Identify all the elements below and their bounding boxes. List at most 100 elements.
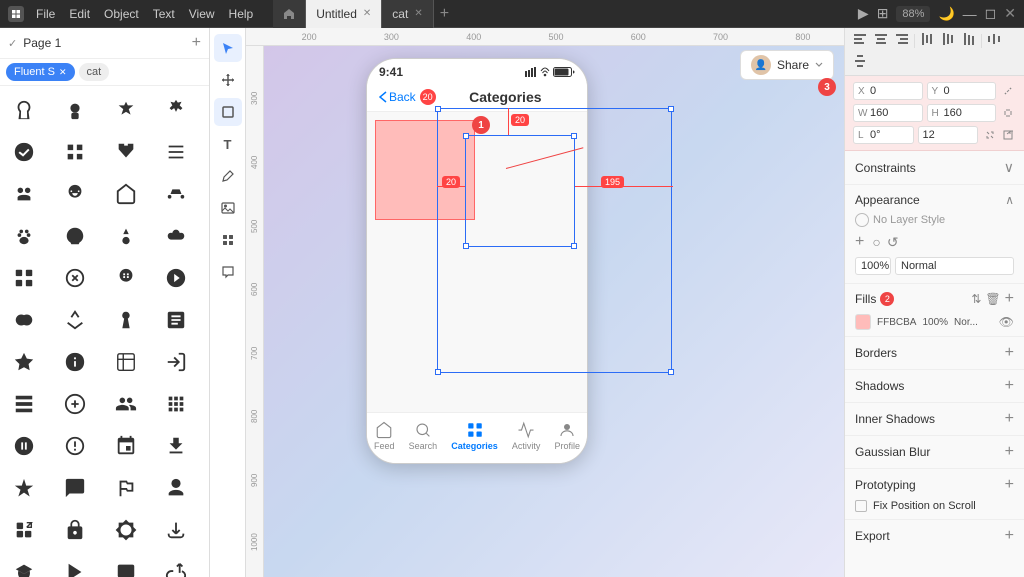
fill-color-swatch[interactable] xyxy=(855,314,871,330)
distribute-v-btn[interactable] xyxy=(851,53,869,72)
opacity-value[interactable]: 100% xyxy=(855,257,891,275)
tab-cat[interactable]: cat xyxy=(79,63,110,81)
icon-r2c1[interactable] xyxy=(4,300,44,340)
icon-dog1[interactable] xyxy=(4,174,44,214)
tool-image[interactable] xyxy=(214,194,242,222)
icon-cat7[interactable] xyxy=(106,132,146,172)
icon-r6c1[interactable] xyxy=(4,468,44,508)
minimize-icon[interactable]: — xyxy=(963,6,977,22)
align-right-btn[interactable] xyxy=(893,31,911,50)
gaussian-blur-add-btn[interactable]: + xyxy=(1005,443,1014,461)
close-icon[interactable]: ✕ xyxy=(1004,5,1016,22)
resize-icon1[interactable] xyxy=(982,127,998,143)
icon-r6c3[interactable] xyxy=(106,468,146,508)
icon-r5c2[interactable] xyxy=(55,426,95,466)
bottom-nav-activity[interactable]: Activity xyxy=(512,421,541,451)
icon-r8c4[interactable] xyxy=(156,552,196,577)
moon-icon[interactable]: 🌙 xyxy=(938,6,954,22)
icon-r6c2[interactable] xyxy=(55,468,95,508)
reload-style-btn[interactable]: ↺ xyxy=(887,234,899,251)
icon-dog2[interactable] xyxy=(55,174,95,214)
constrain-proportions-icon[interactable] xyxy=(1000,105,1016,121)
icon-cat8[interactable] xyxy=(156,132,196,172)
w-field[interactable]: W 160 xyxy=(853,104,923,122)
icon-r1c3[interactable] xyxy=(106,258,146,298)
align-top-btn[interactable] xyxy=(918,31,936,50)
subtract-style-btn[interactable]: ○ xyxy=(872,234,880,250)
icon-r2c3[interactable] xyxy=(106,300,146,340)
x-field[interactable]: X 0 xyxy=(853,82,923,100)
icon-cat4[interactable] xyxy=(156,90,196,130)
share-button[interactable]: 👤 Share xyxy=(740,50,834,80)
tool-component[interactable] xyxy=(214,226,242,254)
tool-comment[interactable] xyxy=(214,258,242,286)
icon-cat5[interactable] xyxy=(4,132,44,172)
menu-text[interactable]: Text xyxy=(153,7,175,21)
tool-text[interactable]: T xyxy=(214,130,242,158)
icon-cat2[interactable] xyxy=(55,90,95,130)
menu-edit[interactable]: Edit xyxy=(69,7,90,21)
icon-pet2[interactable] xyxy=(55,216,95,256)
icon-r8c3[interactable] xyxy=(106,552,146,577)
phone-back-button[interactable]: Back 20 xyxy=(379,89,436,105)
align-middle-btn[interactable] xyxy=(939,31,957,50)
close-tab-untitled[interactable]: ✕ xyxy=(363,8,371,19)
icon-r3c4[interactable] xyxy=(156,342,196,382)
shadows-add-btn[interactable]: + xyxy=(1005,377,1014,395)
icon-r4c3[interactable] xyxy=(106,384,146,424)
icon-pet4[interactable] xyxy=(156,216,196,256)
icon-r4c4[interactable] xyxy=(156,384,196,424)
y-field[interactable]: Y 0 xyxy=(927,82,997,100)
grid-view-icon[interactable]: ⊞ xyxy=(877,5,889,22)
icon-r1c2[interactable] xyxy=(55,258,95,298)
radius-field[interactable]: 12 xyxy=(918,126,979,144)
add-tab-button[interactable]: + xyxy=(434,5,455,23)
add-style-btn[interactable]: + xyxy=(855,233,864,251)
align-center-btn[interactable] xyxy=(872,31,890,50)
tab-fluent-s[interactable]: Fluent S ✕ xyxy=(6,63,75,81)
tool-move[interactable] xyxy=(214,66,242,94)
constraints-toggle[interactable]: ∨ xyxy=(1004,159,1014,176)
tab-untitled[interactable]: Untitled ✕ xyxy=(306,0,382,28)
icon-r7c4[interactable] xyxy=(156,510,196,550)
close-tab-cat[interactable]: ✕ xyxy=(414,8,422,19)
fill-visibility-icon[interactable]: 👁 xyxy=(999,315,1014,329)
export-add-btn[interactable]: + xyxy=(1005,527,1014,545)
bottom-nav-search[interactable]: Search xyxy=(409,421,438,451)
icon-r7c2[interactable] xyxy=(55,510,95,550)
icon-r5c3[interactable] xyxy=(106,426,146,466)
align-left-btn[interactable] xyxy=(851,31,869,50)
icon-pet3[interactable] xyxy=(106,216,146,256)
tab-cat[interactable]: cat ✕ xyxy=(382,0,433,28)
tool-frame[interactable] xyxy=(214,98,242,126)
icon-cat3[interactable] xyxy=(106,90,146,130)
menu-view[interactable]: View xyxy=(189,7,215,21)
icon-r2c4[interactable] xyxy=(156,300,196,340)
menu-help[interactable]: Help xyxy=(229,7,254,21)
blend-mode-select[interactable]: Normal xyxy=(895,257,1014,275)
bottom-nav-categories[interactable]: Categories xyxy=(451,421,498,451)
tool-select[interactable] xyxy=(214,34,242,62)
icon-scooter[interactable] xyxy=(156,174,196,214)
icon-dog3[interactable] xyxy=(106,174,146,214)
maximize-icon[interactable]: ◻ xyxy=(985,5,997,22)
icon-r5c1[interactable] xyxy=(4,426,44,466)
tab-home[interactable] xyxy=(273,0,306,28)
menu-object[interactable]: Object xyxy=(104,7,139,21)
fills-add-icon[interactable]: + xyxy=(1005,290,1014,308)
resize-icon2[interactable] xyxy=(1000,127,1016,143)
fills-delete-icon[interactable]: 🗑 xyxy=(985,292,1000,306)
distribute-h-btn[interactable] xyxy=(985,31,1003,50)
phone-content[interactable] xyxy=(367,112,587,412)
selected-rectangle[interactable] xyxy=(375,120,475,220)
rotation-field[interactable]: L 0° xyxy=(853,126,914,144)
align-bottom-btn[interactable] xyxy=(960,31,978,50)
bottom-nav-feed[interactable]: Feed xyxy=(374,421,395,451)
icon-r2c2[interactable] xyxy=(55,300,95,340)
icon-r3c2[interactable] xyxy=(55,342,95,382)
inner-shadows-add-btn[interactable]: + xyxy=(1005,410,1014,428)
icon-r4c2[interactable] xyxy=(55,384,95,424)
icon-r8c2[interactable] xyxy=(55,552,95,577)
canvas-area[interactable]: 200300400500600700800 300 400 500 600 70… xyxy=(246,28,844,577)
icon-r4c1[interactable] xyxy=(4,384,44,424)
